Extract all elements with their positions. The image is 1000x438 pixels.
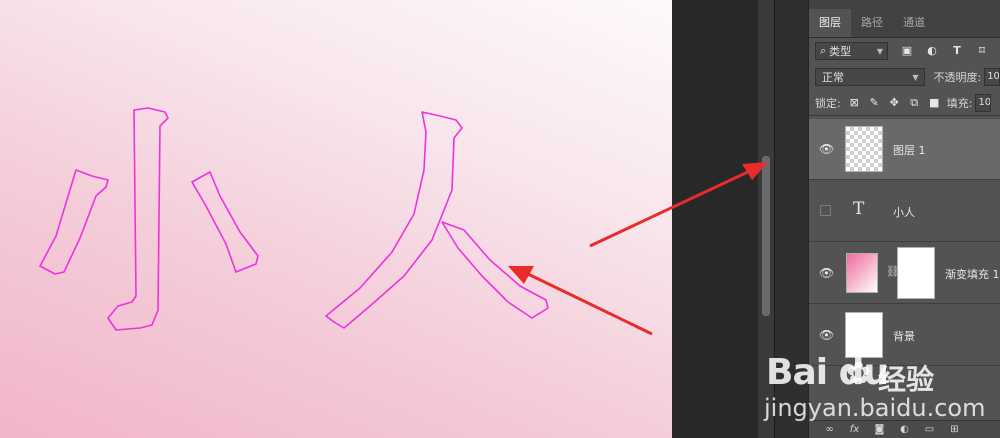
blend-mode-select[interactable]: 正常 ▼ bbox=[815, 68, 926, 86]
watermark-logo-suffix: 经验 bbox=[878, 363, 935, 396]
gradient-fill-thumbnail bbox=[846, 253, 878, 293]
glyph-ren-right-stroke bbox=[441, 221, 549, 319]
mask-thumbnail bbox=[897, 247, 935, 299]
scrollbar-thumb[interactable] bbox=[762, 156, 770, 316]
fill-input[interactable]: 10 bbox=[975, 93, 992, 112]
lock-label: 锁定: bbox=[815, 96, 841, 110]
workspace-pasteboard bbox=[672, 0, 758, 438]
layer-row-layer1[interactable]: 👁 图层 1 bbox=[809, 119, 1000, 180]
opacity-label: 不透明度: bbox=[933, 71, 982, 84]
type-layer-icon: T bbox=[853, 199, 865, 219]
glyph-xiao-right-stroke bbox=[191, 171, 259, 273]
search-icon: ⌕ bbox=[820, 44, 827, 57]
lock-artboard-icon[interactable]: ⧉ bbox=[908, 96, 921, 109]
panel-tabs: 图层 路径 通道 bbox=[809, 0, 1000, 38]
glyph-xiao-left-stroke bbox=[39, 169, 109, 275]
eye-icon[interactable]: 👁 bbox=[819, 328, 834, 342]
eye-icon[interactable]: 👁 bbox=[819, 142, 834, 156]
lock-transparent-icon[interactable]: ⊠ bbox=[848, 96, 861, 109]
type-filter-icon[interactable]: T bbox=[950, 44, 964, 58]
lock-move-icon[interactable]: ✥ bbox=[888, 96, 901, 109]
filter-label: 类型 bbox=[829, 45, 852, 58]
chevron-down-icon: ▼ bbox=[912, 72, 919, 82]
glyph-xiao-center-stroke bbox=[107, 107, 169, 331]
watermark-url: jingyan.baidu.com bbox=[764, 394, 986, 422]
document-canvas[interactable] bbox=[0, 0, 672, 438]
layer-filter-select[interactable]: ⌕ 类型 ▼ bbox=[815, 42, 888, 60]
chevron-down-icon: ▼ bbox=[876, 46, 883, 56]
lock-brush-icon[interactable]: ✎ bbox=[868, 96, 881, 109]
layer-name: 背景 bbox=[893, 330, 915, 343]
paw-icon: ✿ bbox=[846, 356, 872, 391]
layer-row-text[interactable]: T 小人 bbox=[809, 181, 1000, 242]
tab-channels[interactable]: 通道 bbox=[893, 9, 935, 37]
layer-thumbnail bbox=[845, 126, 883, 172]
opacity-input[interactable]: 10 bbox=[984, 68, 1000, 86]
lock-all-icon[interactable]: ■ bbox=[928, 96, 941, 109]
visibility-toggle[interactable] bbox=[820, 205, 831, 216]
layer-name: 渐变填充 1 bbox=[945, 268, 1000, 281]
adjustment-filter-icon[interactable]: ◐ bbox=[925, 44, 939, 58]
lock-row: 锁定: ⊠ ✎ ✥ ⧉ ■ 填充: 10 bbox=[809, 90, 1000, 116]
image-filter-icon[interactable]: ▣ bbox=[900, 44, 914, 58]
tab-paths[interactable]: 路径 bbox=[851, 9, 893, 37]
outlined-text-shape bbox=[39, 107, 549, 331]
eye-icon[interactable]: 👁 bbox=[819, 266, 834, 280]
fill-label: 填充: bbox=[946, 96, 973, 110]
glyph-ren-left-stroke bbox=[325, 111, 463, 329]
baidu-jingyan-watermark: Bai du ✿ 经验 jingyan.baidu.com bbox=[760, 350, 1000, 438]
shape-filter-icon[interactable]: ⌑ bbox=[975, 44, 989, 58]
blend-row: 正常 ▼ 不透明度: 10 bbox=[809, 64, 1000, 90]
layer-row-gradient-fill[interactable]: 👁 ⛓ 渐变填充 1 bbox=[809, 243, 1000, 304]
tab-layers[interactable]: 图层 bbox=[809, 9, 851, 37]
filter-row: ⌕ 类型 ▼ ▣ ◐ T ⌑ bbox=[809, 38, 1000, 64]
layer-name: 图层 1 bbox=[893, 144, 926, 157]
layer-name: 小人 bbox=[893, 206, 915, 219]
